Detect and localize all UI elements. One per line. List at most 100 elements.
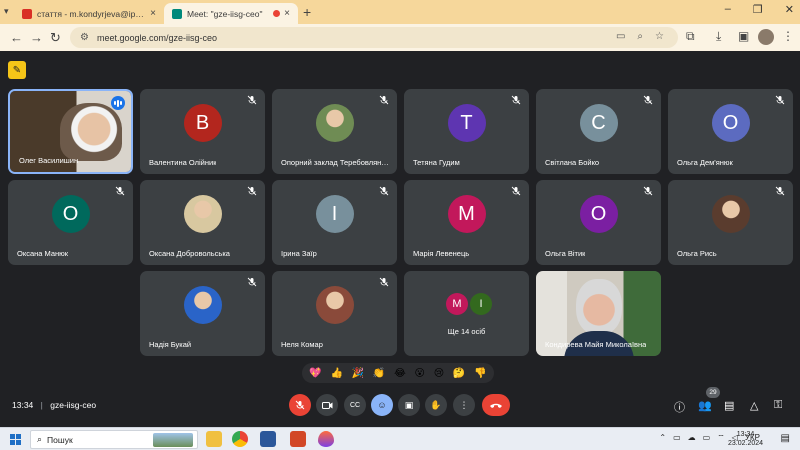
participant-name: Ольга Дем'янюк <box>677 158 733 167</box>
participant-tile[interactable]: І Ірина Заїр <box>272 180 397 265</box>
chevron-up-icon[interactable]: ⌃ <box>659 433 666 443</box>
host-controls-icon[interactable]: ⚿ <box>774 399 782 412</box>
sidebar-icon[interactable]: ▣ <box>738 29 749 43</box>
url-text: meet.google.com/gze-iisg-ceo <box>96 32 218 43</box>
taskbar-search[interactable]: ⌕ Пошук <box>30 430 198 449</box>
new-tab-icon[interactable]: + <box>303 4 311 20</box>
windows-start-icon[interactable] <box>10 434 21 445</box>
reaction-emoji-button[interactable]: 👍 <box>331 368 343 379</box>
participant-name: Олег Василишин <box>19 156 79 165</box>
raise-hand-button[interactable]: ✋ <box>425 394 447 416</box>
chat-icon[interactable]: ▤ <box>724 399 734 412</box>
participant-tile[interactable]: Т Тетяна Гудим <box>404 89 529 174</box>
wifi-icon[interactable]: ⌔ <box>717 433 725 443</box>
forward-icon[interactable]: → <box>30 30 43 45</box>
bookmark-star-icon[interactable]: ☆ <box>655 31 664 42</box>
captions-icon: CC <box>349 401 361 409</box>
participant-face <box>576 279 622 335</box>
word-icon[interactable] <box>260 431 276 447</box>
participant-tile[interactable]: М І Ще 14 осіб <box>404 271 529 356</box>
mic-muted-icon <box>247 277 257 287</box>
participant-avatar: О <box>51 195 90 233</box>
participant-tile[interactable]: О Ольга Дем'янюк <box>668 89 793 174</box>
participant-tile[interactable]: Оксана Добровольська <box>140 180 265 265</box>
site-info-icon[interactable]: ⚙ <box>80 32 89 43</box>
browser-toolbar: ← → ↻ ⚙ meet.google.com/gze-iisg-ceo ▭ ⌕… <box>0 24 800 51</box>
participant-tile[interactable]: С Світлана Бойко <box>536 89 661 174</box>
participant-tile[interactable]: Олег Василишин <box>8 89 133 174</box>
reaction-emoji-button[interactable]: 🎉 <box>352 368 364 379</box>
search-icon: ⌕ <box>37 434 43 444</box>
people-icon[interactable]: 👥 <box>698 399 712 412</box>
camera-permission-icon[interactable]: ▭ <box>616 31 625 42</box>
reaction-emoji-button[interactable]: 👏 <box>373 368 385 379</box>
participant-name: Світлана Бойко <box>545 158 600 167</box>
zoom-icon[interactable]: ⌕ <box>637 31 643 42</box>
browser-tab-bar: ▾ стаття - m.kondyrjeva@ippo.edu × Meet:… <box>0 0 800 24</box>
participant-tile[interactable]: Неля Комар <box>272 271 397 356</box>
participant-avatar: М <box>447 195 486 233</box>
reaction-emoji-button[interactable]: 💖 <box>309 368 321 379</box>
participant-tile[interactable]: Кондирева Майя Миколаївна <box>536 271 661 356</box>
download-icon[interactable]: ⤓ <box>716 29 721 44</box>
windows-taskbar: ⌕ Пошук ⌃ ▭ ☁ ▭ ⌔ ◁ УКР 13:34 23.02.2024… <box>0 427 800 450</box>
powerpoint-icon[interactable] <box>290 431 306 447</box>
address-bar[interactable]: ⚙ meet.google.com/gze-iisg-ceo ▭ ⌕ ☆ <box>70 27 678 48</box>
back-icon[interactable]: ← <box>10 30 23 45</box>
reaction-emoji-button[interactable]: 👎 <box>474 368 486 379</box>
reload-icon[interactable]: ↻ <box>50 30 61 46</box>
participant-tile[interactable]: В Валентина Олійник <box>140 89 265 174</box>
participant-avatar: О <box>711 104 750 142</box>
more-options-button[interactable]: ⋮ <box>453 394 475 416</box>
minimize-icon[interactable]: – <box>725 3 731 16</box>
profile-avatar[interactable] <box>758 29 774 45</box>
chrome-icon[interactable] <box>232 431 248 447</box>
activities-icon[interactable]: △ <box>750 399 758 412</box>
participant-avatar: І <box>315 195 354 233</box>
meeting-info: 13:34 | gze-iisg-ceo <box>12 400 96 410</box>
file-explorer-icon[interactable] <box>206 431 222 447</box>
captions-button[interactable]: CC <box>344 394 366 416</box>
close-window-icon[interactable]: ✕ <box>785 3 794 16</box>
participant-avatar: В <box>183 104 222 142</box>
info-icon[interactable]: ⓘ <box>674 399 685 415</box>
mic-off-icon <box>295 400 305 410</box>
tab-search-icon[interactable]: ▾ <box>4 6 9 17</box>
tab-article[interactable]: стаття - m.kondyrjeva@ippo.edu × <box>14 3 164 24</box>
camera-off-button[interactable] <box>316 394 338 416</box>
maximize-icon[interactable]: ❐ <box>753 3 763 16</box>
menu-icon[interactable]: ⋮ <box>782 29 794 43</box>
mic-off-button[interactable] <box>289 394 311 416</box>
extensions-icon[interactable]: ⧉ <box>686 29 695 44</box>
reaction-emoji-button[interactable]: 🤔 <box>453 368 465 379</box>
reaction-emoji-button[interactable]: 😂 <box>394 368 406 379</box>
tab-meet[interactable]: Meet: "gze-iisg-ceo" × <box>164 3 298 24</box>
leave-call-button[interactable] <box>482 394 510 416</box>
taskbar-clock[interactable]: 13:34 23.02.2024 <box>728 430 763 448</box>
participant-tile[interactable]: О Ольга Вітик <box>536 180 661 265</box>
reaction-emoji-button[interactable]: 😢 <box>434 368 444 379</box>
app-drop-icon[interactable] <box>318 431 334 447</box>
mic-muted-icon <box>775 186 785 196</box>
participant-tile[interactable]: Опорний заклад Теребовлянс... <box>272 89 397 174</box>
participant-avatar: І <box>470 293 492 315</box>
participant-tile[interactable]: О Оксана Манюк <box>8 180 133 265</box>
participant-tile[interactable]: Ольга Рись <box>668 180 793 265</box>
participant-photo <box>711 195 750 233</box>
network-icon[interactable]: ▭ <box>673 433 681 443</box>
close-tab-icon[interactable]: × <box>150 8 156 19</box>
participant-tile[interactable]: М Марія Левенець <box>404 180 529 265</box>
participant-name: Ірина Заїр <box>281 249 317 258</box>
mic-muted-icon <box>643 95 653 105</box>
onedrive-icon[interactable]: ☁ <box>688 433 696 443</box>
close-tab-icon[interactable]: × <box>284 8 290 19</box>
more-vert-icon: ⋮ <box>459 399 469 410</box>
notifications-icon[interactable]: ▤ <box>781 433 790 444</box>
display-icon[interactable]: ▭ <box>703 433 711 443</box>
reaction-emoji-button[interactable]: 😮 <box>415 368 425 379</box>
effects-button[interactable]: ☺ <box>371 394 393 416</box>
hang-up-icon <box>490 403 502 408</box>
present-button[interactable]: ▣ <box>398 394 420 416</box>
notes-icon[interactable]: ✎ <box>8 61 26 79</box>
participant-tile[interactable]: Надія Букай <box>140 271 265 356</box>
